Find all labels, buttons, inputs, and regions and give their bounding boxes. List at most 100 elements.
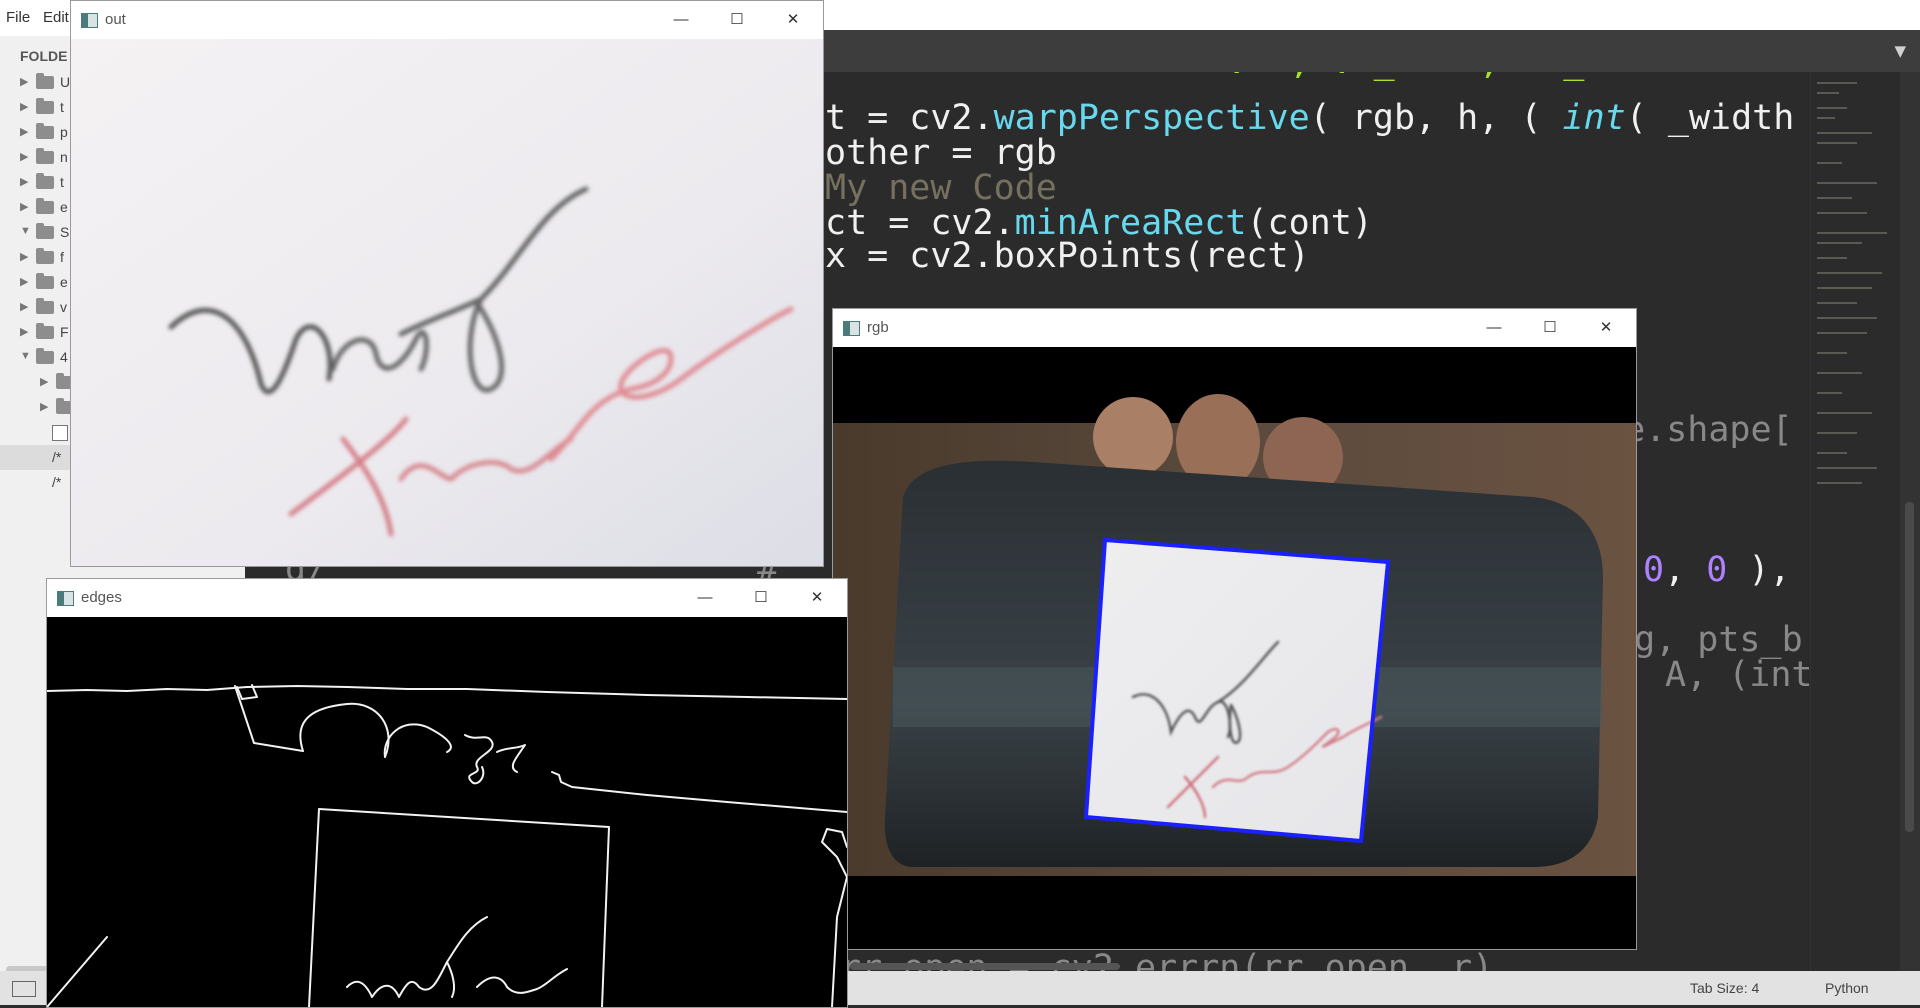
minimap-line — [1817, 482, 1862, 484]
expand-arrow-icon[interactable]: ▶ — [20, 100, 28, 113]
edges-image — [47, 617, 847, 1007]
folder-icon — [36, 98, 54, 114]
window-titlebar[interactable]: out — ☐ ✕ — [71, 1, 823, 39]
horizontal-scrollbar[interactable] — [850, 963, 1120, 970]
rgb-image — [833, 347, 1636, 949]
minimap-line — [1817, 82, 1857, 84]
tree-item-label: S — [60, 224, 70, 240]
syntax-indicator[interactable]: Python — [1825, 980, 1869, 996]
menu-edit[interactable]: Edit — [43, 9, 69, 26]
tree-item-label: /* — [52, 474, 62, 490]
window-title: edges — [81, 589, 122, 606]
tree-item-label: n — [60, 149, 68, 165]
minimize-button[interactable]: — — [653, 1, 709, 39]
expand-arrow-icon[interactable]: ▶ — [20, 150, 28, 163]
minimap-line — [1817, 92, 1839, 94]
tree-item-label: F — [60, 324, 69, 340]
app-icon — [57, 591, 74, 606]
out-image — [71, 39, 823, 566]
minimap-line — [1817, 117, 1835, 119]
code-line-partial: ~.~~,~.~_ ~~~,~~~_ — [1205, 72, 1584, 82]
app-icon — [843, 321, 860, 336]
folder-icon — [36, 223, 54, 239]
folder-icon — [36, 298, 54, 314]
tree-item-label: v — [60, 299, 67, 315]
window-out[interactable]: out — ☐ ✕ — [70, 0, 824, 567]
minimap-line — [1817, 107, 1847, 109]
scrollbar-thumb[interactable] — [1905, 502, 1914, 832]
minimap-line — [1817, 287, 1872, 289]
minimize-button[interactable]: — — [1466, 309, 1522, 347]
warped-paper-image — [71, 39, 823, 566]
window-titlebar[interactable]: rgb — ☐ ✕ — [833, 309, 1636, 347]
maximize-button[interactable]: ☐ — [709, 1, 765, 39]
minimap-line — [1817, 257, 1847, 259]
tree-item-label: /* — [52, 449, 62, 465]
window-rgb[interactable]: rgb — ☐ ✕ — [832, 308, 1637, 950]
minimap[interactable] — [1810, 72, 1901, 971]
expand-arrow-icon[interactable]: ▶ — [20, 75, 28, 88]
vertical-scrollbar[interactable] — [1900, 72, 1920, 971]
folder-icon — [36, 198, 54, 214]
minimap-line — [1817, 302, 1857, 304]
maximize-button[interactable]: ☐ — [733, 579, 789, 617]
window-edges[interactable]: edges — ☐ ✕ — [46, 578, 848, 1008]
expand-arrow-icon[interactable]: ▶ — [20, 125, 28, 138]
minimap-line — [1817, 352, 1847, 354]
console-icon[interactable] — [12, 981, 36, 997]
minimap-line — [1817, 392, 1842, 394]
expand-arrow-icon[interactable]: ▶ — [40, 400, 48, 413]
minimap-line — [1817, 317, 1877, 319]
expand-arrow-icon[interactable]: ▶ — [20, 325, 28, 338]
close-button[interactable]: ✕ — [789, 579, 845, 617]
tree-item-label: t — [60, 99, 64, 115]
folder-icon — [36, 123, 54, 139]
collapse-arrow-icon[interactable]: ▼ — [20, 350, 31, 362]
window-titlebar[interactable]: edges — ☐ ✕ — [47, 579, 847, 617]
tree-item-label: e — [60, 274, 68, 290]
app-icon — [81, 13, 98, 28]
image-file-icon — [52, 425, 68, 441]
expand-arrow-icon[interactable]: ▶ — [20, 175, 28, 188]
expand-arrow-icon[interactable]: ▶ — [20, 200, 28, 213]
minimap-line — [1817, 332, 1867, 334]
code-line: A, (int — [1665, 655, 1810, 695]
code-line: x = cv2.boxPoints(rect) — [825, 236, 1310, 276]
collapse-arrow-icon[interactable]: ▼ — [20, 225, 31, 237]
camera-frame-image — [833, 347, 1636, 949]
minimap-line — [1817, 272, 1882, 274]
close-button[interactable]: ✕ — [765, 1, 821, 39]
folder-icon — [36, 348, 54, 364]
folder-icon — [36, 273, 54, 289]
tree-item-label: f — [60, 249, 64, 265]
expand-arrow-icon[interactable]: ▶ — [20, 250, 28, 263]
expand-arrow-icon[interactable]: ▶ — [20, 300, 28, 313]
tree-item-label: 4 — [60, 349, 68, 365]
expand-arrow-icon[interactable]: ▶ — [40, 375, 48, 388]
minimap-line — [1817, 212, 1867, 214]
minimap-line — [1817, 242, 1862, 244]
maximize-button[interactable]: ☐ — [1522, 309, 1578, 347]
tab-list-icon[interactable]: ▼ — [1894, 42, 1906, 60]
tree-item-label: U — [60, 74, 71, 90]
tab-size-indicator[interactable]: Tab Size: 4 — [1690, 980, 1759, 996]
folder-icon — [36, 323, 54, 339]
minimap-line — [1817, 452, 1847, 454]
tree-item-label: t — [60, 174, 64, 190]
minimap-line — [1817, 467, 1877, 469]
minimap-line — [1817, 142, 1857, 144]
tree-item-label: e — [60, 199, 68, 215]
expand-arrow-icon[interactable]: ▶ — [20, 275, 28, 288]
menu-file[interactable]: File — [6, 9, 30, 26]
minimap-line — [1817, 132, 1872, 134]
code-line: other = rgb — [825, 133, 1057, 173]
minimap-line — [1817, 432, 1857, 434]
code-line: 0, 0 ), — [1643, 550, 1810, 590]
minimap-line — [1817, 162, 1842, 164]
close-button[interactable]: ✕ — [1578, 309, 1634, 347]
folder-icon — [36, 173, 54, 189]
window-title: out — [105, 11, 126, 28]
minimap-line — [1817, 197, 1852, 199]
canny-edges-image — [47, 617, 847, 1007]
minimize-button[interactable]: — — [677, 579, 733, 617]
